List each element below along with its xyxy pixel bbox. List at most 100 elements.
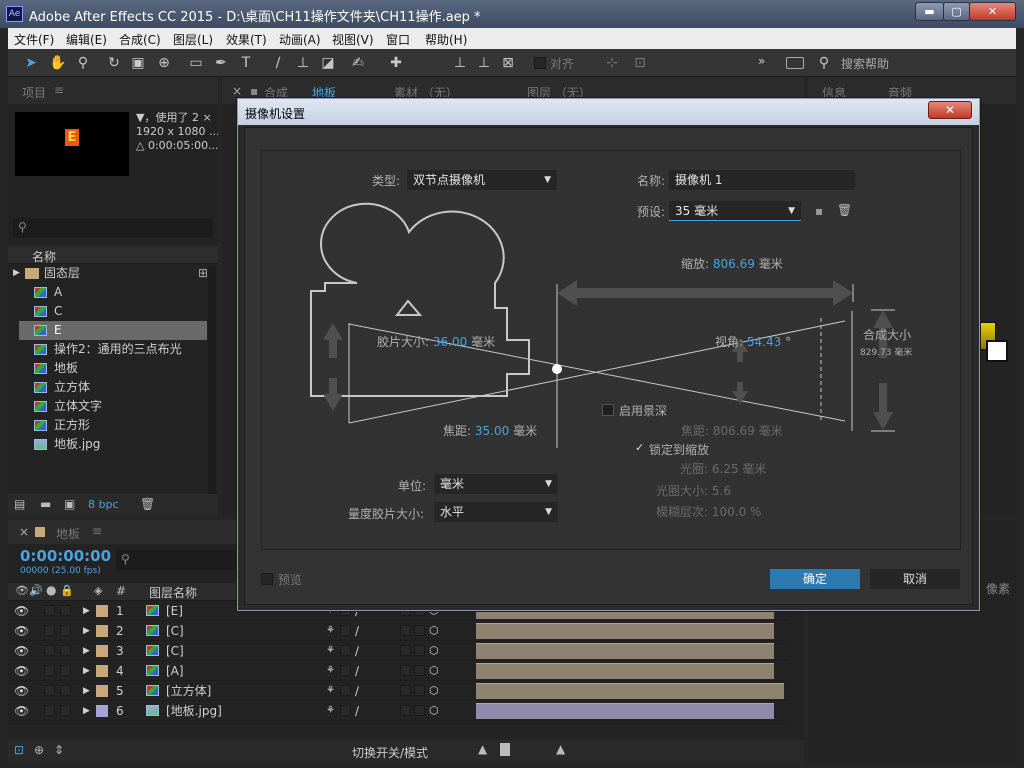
camera-type-dropdown[interactable]: 双节点摄像机 ▼	[407, 170, 557, 190]
project-scrollbar[interactable]	[208, 266, 216, 494]
visibility-eye-icon[interactable]: 👁	[14, 661, 29, 681]
layer-name[interactable]: [立方体]	[166, 681, 211, 701]
current-time-display[interactable]: 0:00:00:00	[20, 547, 111, 565]
lock-to-zoom-checkbox[interactable]: ✓	[635, 441, 644, 454]
layer-duration-bar[interactable]	[476, 663, 774, 679]
menu-window[interactable]: 窗口	[386, 31, 410, 48]
quality-switch-icon[interactable]: ∕	[355, 661, 359, 681]
layer-name[interactable]: [地板.jpg]	[166, 701, 222, 721]
new-composition-icon[interactable]: ▣	[64, 497, 75, 511]
minimize-button[interactable]: ▬	[915, 2, 944, 21]
rectangle-tool-icon[interactable]: ▭	[188, 55, 204, 71]
list-item[interactable]: A	[19, 283, 207, 302]
toggle-switches-modes-button[interactable]: 切换开关/模式	[352, 744, 428, 761]
expand-triangle-icon[interactable]: ▶	[83, 601, 90, 621]
flowchart-icon[interactable]: ⊞	[198, 264, 208, 283]
visibility-eye-icon[interactable]: 👁	[14, 681, 29, 701]
zoom-out-icon[interactable]: ▲	[478, 742, 487, 756]
3d-layer-icon[interactable]: ⬡	[429, 681, 439, 701]
list-item[interactable]: ▶ 固态层 ⊞	[11, 264, 211, 283]
stroke-color-swatch[interactable]	[986, 340, 1008, 362]
switch-toggle[interactable]	[414, 625, 425, 636]
maximize-button[interactable]: ▢	[943, 2, 970, 21]
toolbar-overflow-button[interactable]: »	[758, 54, 765, 68]
label-color-swatch[interactable]	[96, 665, 108, 677]
close-window-button[interactable]: ✕	[969, 2, 1016, 21]
lock-toggle[interactable]	[60, 705, 71, 716]
visibility-eye-icon[interactable]: 👁	[14, 641, 29, 661]
table-row[interactable]: 👁 ▶ 5 [立方体] ⚘ ∕ ⬡	[8, 681, 790, 701]
layer-name[interactable]: [A]	[166, 661, 184, 681]
list-item[interactable]: 正方形	[19, 416, 207, 435]
angle-value[interactable]: 54.43	[747, 335, 781, 349]
menu-effect[interactable]: 效果(T)	[226, 31, 267, 48]
name-column-header[interactable]: 名称	[32, 248, 56, 265]
switch-toggle[interactable]	[400, 705, 411, 716]
type-tool-icon[interactable]: T	[238, 55, 254, 71]
selection-tool-icon[interactable]: ➤	[23, 55, 39, 71]
local-axis-icon[interactable]: ⊥	[452, 55, 468, 71]
switch-toggle[interactable]	[414, 665, 425, 676]
panel-menu-icon[interactable]: ≡	[54, 83, 64, 97]
menu-view[interactable]: 视图(V)	[332, 31, 374, 48]
panel-menu-icon[interactable]: ≡	[92, 524, 102, 538]
label-color-swatch[interactable]	[96, 705, 108, 717]
switch-toggle[interactable]	[340, 685, 351, 696]
rotate-tool-icon[interactable]: ↻	[106, 55, 122, 71]
list-item[interactable]: 地板.jpg	[19, 435, 207, 454]
camera-tool-icon[interactable]: ▣	[130, 55, 146, 71]
timeline-tab[interactable]: 地板	[56, 525, 80, 542]
measure-film-size-dropdown[interactable]: 水平 ▼	[434, 502, 558, 522]
list-item[interactable]: C	[19, 302, 207, 321]
world-axis-icon[interactable]: ⊥	[476, 55, 492, 71]
units-dropdown[interactable]: 毫米 ▼	[434, 474, 558, 494]
zoom-value[interactable]: 806.69	[713, 257, 755, 271]
focal-length-value[interactable]: 35.00	[475, 424, 509, 438]
switch-toggle[interactable]	[414, 685, 425, 696]
table-row[interactable]: 👁 ▶ 4 [A] ⚘ ∕ ⬡	[8, 661, 790, 681]
shy-switch-icon[interactable]: ⚘	[326, 641, 335, 661]
menu-help[interactable]: 帮助(H)	[425, 31, 467, 48]
film-size-value[interactable]: 36.00	[433, 335, 467, 349]
list-item[interactable]: 操作2：通用的三点布光	[19, 340, 207, 359]
table-row[interactable]: 👁 ▶ 3 [C] ⚘ ∕ ⬡	[8, 641, 790, 661]
list-item[interactable]: 立方体	[19, 378, 207, 397]
list-item[interactable]: 立体文字	[19, 397, 207, 416]
ok-button[interactable]: 确定	[770, 569, 860, 589]
label-color-swatch[interactable]	[96, 685, 108, 697]
layer-name[interactable]: [E]	[166, 601, 183, 621]
expand-triangle-icon[interactable]: ▶	[13, 264, 20, 283]
pin-tool-icon[interactable]: ✚	[388, 55, 404, 71]
search-help-field[interactable]: 搜索帮助	[841, 55, 889, 72]
lock-toggle[interactable]	[60, 645, 71, 656]
shy-switch-icon[interactable]: ⚘	[326, 681, 335, 701]
switch-toggle[interactable]	[400, 645, 411, 656]
switch-toggle[interactable]	[414, 645, 425, 656]
list-item-selected[interactable]: E	[19, 321, 207, 340]
shy-switch-icon[interactable]: ⚘	[326, 621, 335, 641]
layer-duration-bar[interactable]	[476, 703, 774, 719]
solo-toggle[interactable]	[44, 685, 55, 696]
3d-layer-icon[interactable]: ⬡	[429, 641, 439, 661]
switch-toggle[interactable]	[340, 625, 351, 636]
clone-stamp-tool-icon[interactable]: ⊥	[295, 55, 311, 71]
quality-switch-icon[interactable]: ∕	[355, 621, 359, 641]
solo-toggle[interactable]	[44, 605, 55, 616]
brush-tool-icon[interactable]: ∕	[270, 55, 286, 71]
zoom-tool-icon[interactable]: ⚲	[75, 55, 91, 71]
expand-triangle-icon[interactable]: ▶	[83, 701, 90, 721]
new-folder-icon[interactable]: ▬	[40, 497, 51, 511]
render-time-icon[interactable]: ⊕	[34, 743, 44, 757]
switch-toggle[interactable]	[400, 685, 411, 696]
lock-toggle[interactable]	[60, 605, 71, 616]
quality-switch-icon[interactable]: ∕	[355, 681, 359, 701]
switch-toggle[interactable]	[340, 705, 351, 716]
dialog-close-button[interactable]: ✕	[928, 101, 972, 119]
label-color-swatch[interactable]	[96, 645, 108, 657]
close-tab-icon[interactable]: ×	[19, 525, 29, 539]
table-row[interactable]: 👁 ▶ 6 [地板.jpg] ⚘ ∕ ⬡	[8, 701, 790, 721]
layer-duration-bar[interactable]	[476, 623, 774, 639]
close-tab-icon[interactable]: ×	[232, 84, 242, 98]
solo-toggle[interactable]	[44, 665, 55, 676]
bit-depth-button[interactable]: 8 bpc	[88, 498, 119, 511]
